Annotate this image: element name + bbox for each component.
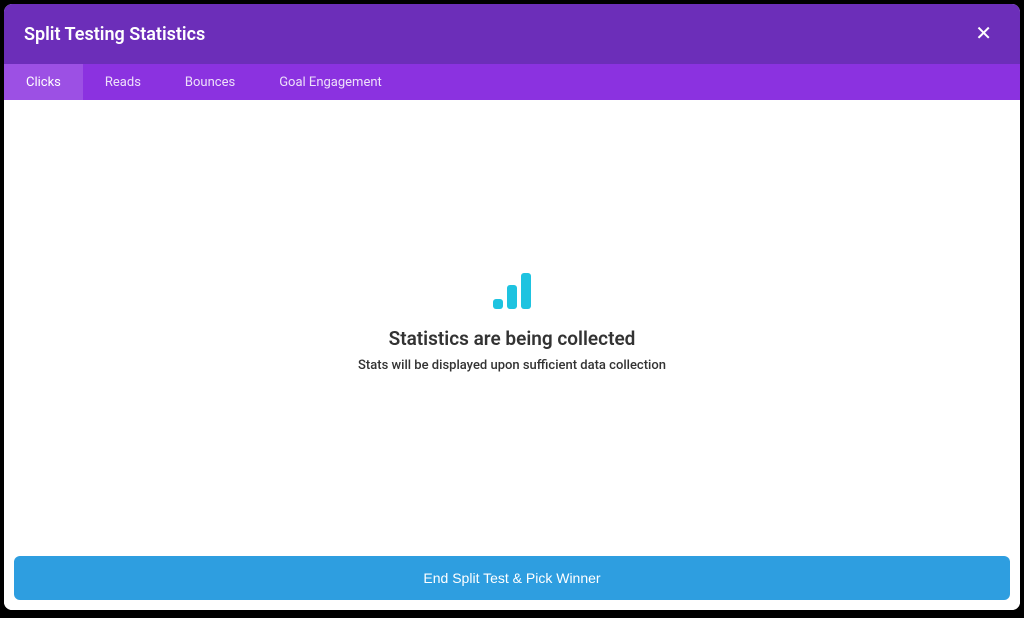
empty-state: Statistics are being collected Stats wil…	[4, 100, 1020, 546]
end-split-test-button[interactable]: End Split Test & Pick Winner	[14, 556, 1010, 600]
tab-goal-engagement[interactable]: Goal Engagement	[257, 64, 404, 100]
split-testing-modal: Split Testing Statistics ✕ Clicks Reads …	[4, 4, 1020, 610]
bar-3	[521, 273, 531, 309]
bar-2	[507, 285, 517, 309]
tab-label: Goal Engagement	[279, 75, 382, 90]
modal-title: Split Testing Statistics	[24, 24, 205, 45]
empty-state-subtext: Stats will be displayed upon sufficient …	[358, 358, 666, 373]
modal-footer: End Split Test & Pick Winner	[4, 546, 1020, 610]
close-icon: ✕	[975, 23, 992, 45]
bar-1	[493, 299, 503, 309]
empty-state-heading: Statistics are being collected	[389, 327, 636, 350]
tab-reads[interactable]: Reads	[83, 64, 163, 100]
modal-header: Split Testing Statistics ✕	[4, 4, 1020, 64]
close-button[interactable]: ✕	[967, 20, 1000, 48]
tab-bar: Clicks Reads Bounces Goal Engagement	[4, 64, 1020, 100]
button-label: End Split Test & Pick Winner	[423, 570, 600, 586]
tab-bounces[interactable]: Bounces	[163, 64, 257, 100]
tab-label: Reads	[105, 75, 141, 90]
bar-chart-icon	[493, 273, 531, 309]
tab-clicks[interactable]: Clicks	[4, 64, 83, 100]
tab-label: Bounces	[185, 75, 235, 90]
tab-label: Clicks	[26, 75, 61, 90]
